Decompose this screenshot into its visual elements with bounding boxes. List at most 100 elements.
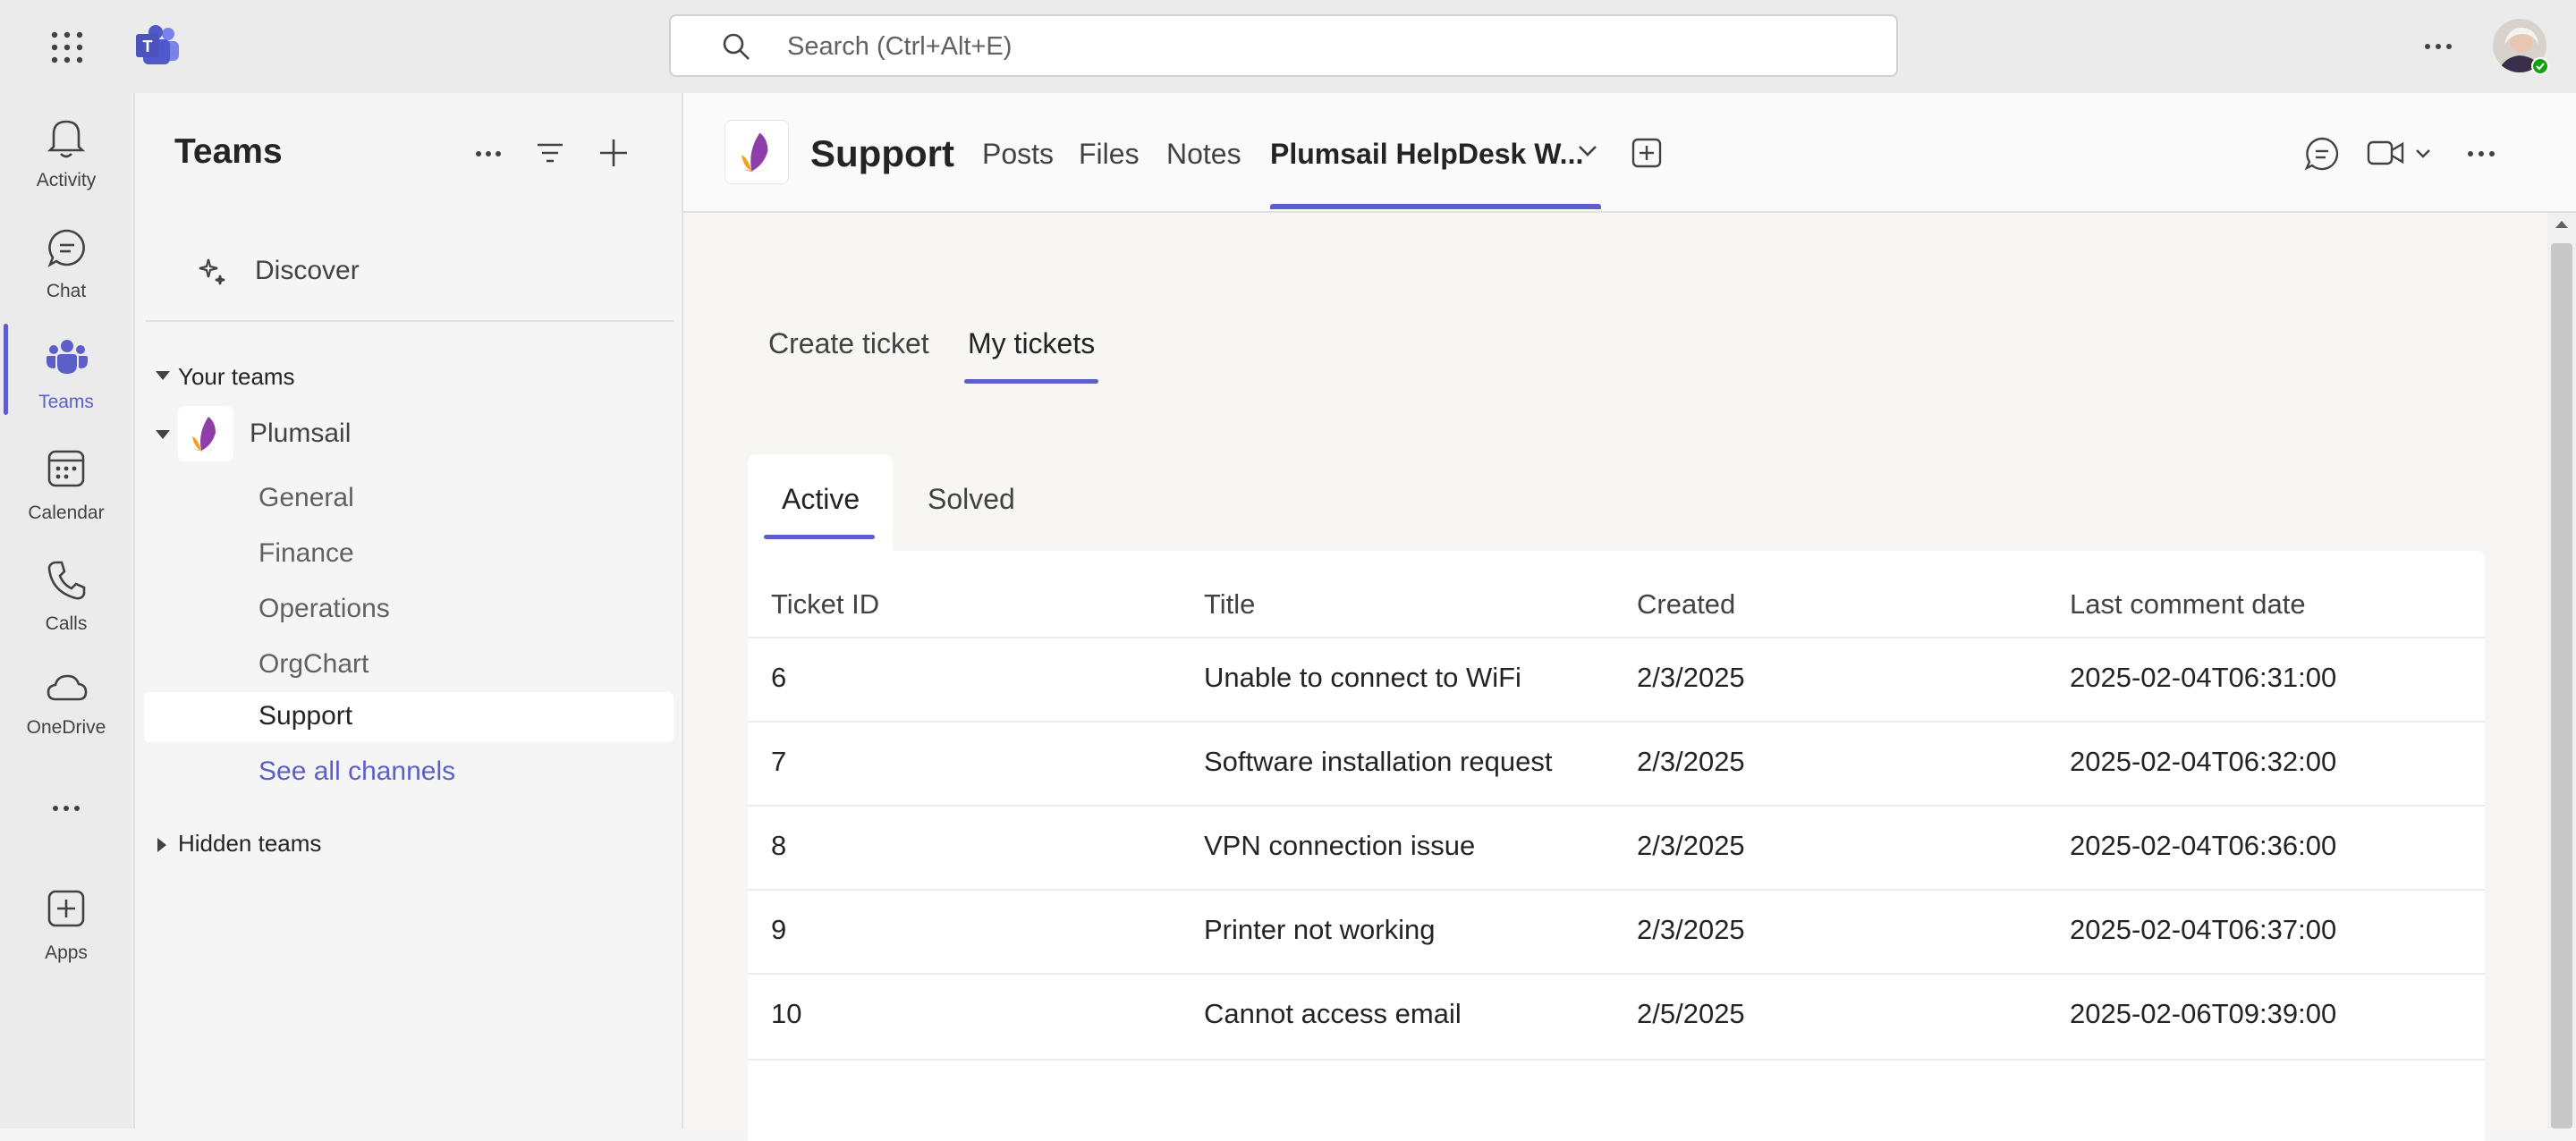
cloud-icon	[47, 672, 88, 703]
channel-label: Support	[258, 701, 353, 731]
search-input[interactable]: Search (Ctrl+Alt+E)	[787, 30, 1012, 63]
chevron-down-icon[interactable]	[1578, 145, 1597, 157]
add-icon[interactable]	[598, 138, 629, 168]
cell-created: 2/3/2025	[1637, 830, 1745, 861]
cell-title: Cannot access email	[1204, 998, 1462, 1029]
rail-item-calendar[interactable]: Calendar	[0, 438, 132, 537]
channel-label: General	[258, 483, 354, 512]
tab-posts[interactable]: Posts	[982, 138, 1054, 171]
table-row[interactable]: 9 Printer not working 2/3/2025 2025-02-0…	[748, 889, 2485, 975]
scroll-up-icon[interactable]	[2555, 220, 2569, 229]
tab-solved[interactable]: Solved	[928, 483, 1015, 516]
rail-label: Activity	[36, 170, 97, 190]
active-tab-indicator	[764, 535, 875, 539]
tab-active[interactable]: Active	[782, 483, 860, 516]
channel-label: Finance	[258, 538, 354, 568]
cell-created: 2/3/2025	[1637, 662, 1745, 693]
rail-label: Teams	[38, 392, 94, 412]
table-row[interactable]: 7 Software installation request 2/3/2025…	[748, 721, 2485, 807]
channel-finance[interactable]: Finance	[144, 529, 674, 579]
cell-last-comment: 2025-02-06T09:39:00	[2070, 998, 2337, 1029]
rail-item-apps[interactable]: Apps	[0, 878, 132, 976]
plumsail-logo-icon	[724, 120, 789, 184]
conversation-icon[interactable]	[2304, 136, 2340, 172]
column-header-created[interactable]: Created	[1637, 588, 1735, 621]
cell-title: Printer not working	[1204, 914, 1436, 945]
caret-right-icon	[157, 837, 167, 853]
column-header-last-comment-date[interactable]: Last comment date	[2070, 588, 2306, 621]
tab-create-ticket[interactable]: Create ticket	[768, 327, 929, 360]
teams-icon	[47, 338, 88, 376]
table-row[interactable]: 6 Unable to connect to WiFi 2/3/2025 202…	[748, 637, 2485, 723]
hidden-teams-label: Hidden teams	[178, 830, 322, 857]
more-options-icon[interactable]	[2424, 43, 2453, 50]
bell-icon	[47, 116, 86, 159]
cell-created: 2/3/2025	[1637, 746, 1745, 777]
caret-down-icon	[155, 429, 171, 440]
more-options-icon[interactable]	[2467, 150, 2496, 157]
discover-item[interactable]: Discover	[146, 236, 674, 308]
more-apps-icon[interactable]	[52, 805, 80, 812]
svg-text:T: T	[143, 38, 153, 55]
cell-ticket-id: 6	[771, 662, 787, 693]
cell-ticket-id: 10	[771, 998, 802, 1029]
app-launcher-icon[interactable]	[50, 30, 84, 64]
active-tab-indicator	[1270, 204, 1601, 209]
channel-orgchart[interactable]: OrgChart	[144, 640, 674, 690]
plumsail-logo-icon	[178, 406, 233, 461]
rail-item-chat[interactable]: Chat	[0, 216, 132, 315]
channel-header: Support Posts Files Notes Plumsail HelpD…	[683, 93, 2576, 213]
rail-item-teams[interactable]: Teams	[0, 327, 132, 426]
active-tab-indicator	[964, 379, 1098, 384]
avatar[interactable]	[2492, 18, 2551, 77]
sparkle-icon	[196, 256, 228, 288]
tab-plumsail-helpdesk[interactable]: Plumsail HelpDesk W...	[1270, 138, 1583, 171]
cell-last-comment: 2025-02-04T06:32:00	[2070, 746, 2337, 777]
rail-item-onedrive[interactable]: OneDrive	[0, 656, 132, 755]
cell-ticket-id: 7	[771, 746, 787, 777]
more-options-icon[interactable]	[475, 150, 502, 157]
rail-item-calls[interactable]: Calls	[0, 549, 132, 647]
tab-files[interactable]: Files	[1079, 138, 1140, 171]
rail-label: Apps	[45, 942, 88, 963]
video-call-icon[interactable]	[2367, 139, 2404, 166]
channel-label: Operations	[258, 594, 390, 623]
chevron-down-icon[interactable]	[2415, 148, 2431, 159]
pane-title: Teams	[174, 132, 283, 171]
cell-created: 2/5/2025	[1637, 998, 1745, 1029]
filter-icon[interactable]	[536, 141, 564, 165]
scrollbar-thumb[interactable]	[2551, 243, 2572, 1128]
caret-down-icon	[155, 370, 171, 381]
helpdesk-content: Create ticket My tickets Active Solved T…	[683, 213, 2547, 1141]
table-row[interactable]: 8 VPN connection issue 2/3/2025 2025-02-…	[748, 805, 2485, 891]
add-tab-icon[interactable]	[1631, 138, 1662, 168]
channel-general[interactable]: General	[144, 474, 674, 524]
column-header-title[interactable]: Title	[1204, 588, 1255, 621]
rail-label: OneDrive	[26, 717, 106, 738]
cell-last-comment: 2025-02-04T06:37:00	[2070, 914, 2337, 945]
search-box[interactable]: Search (Ctrl+Alt+E)	[669, 14, 1898, 77]
cell-last-comment: 2025-02-04T06:36:00	[2070, 830, 2337, 861]
teams-pane: Teams Discover Your teams Plumsail Gener…	[133, 93, 683, 1128]
rail-label: Chat	[46, 281, 87, 301]
top-bar: T Search (Ctrl+Alt+E)	[0, 0, 2576, 93]
tab-my-tickets[interactable]: My tickets	[968, 327, 1095, 360]
channel-label: OrgChart	[258, 649, 369, 679]
team-plumsail[interactable]: Plumsail	[155, 401, 674, 469]
cell-title: VPN connection issue	[1204, 830, 1476, 861]
phone-icon	[47, 560, 86, 601]
cell-title: Unable to connect to WiFi	[1204, 662, 1521, 693]
cell-title: Software installation request	[1204, 746, 1553, 777]
table-row[interactable]: 10 Cannot access email 2/5/2025 2025-02-…	[748, 973, 2485, 1061]
tab-notes[interactable]: Notes	[1166, 138, 1241, 171]
search-icon	[721, 31, 751, 62]
channel-support[interactable]: Support	[144, 692, 674, 742]
column-header-ticket-id[interactable]: Ticket ID	[771, 588, 879, 621]
chat-icon	[47, 227, 88, 268]
channel-operations[interactable]: Operations	[144, 585, 674, 635]
see-all-channels-link[interactable]: See all channels	[144, 748, 674, 798]
rail-label: Calls	[45, 613, 88, 634]
cell-last-comment: 2025-02-04T06:31:00	[2070, 662, 2337, 693]
rail-item-activity[interactable]: Activity	[0, 106, 132, 204]
cell-ticket-id: 8	[771, 830, 787, 861]
